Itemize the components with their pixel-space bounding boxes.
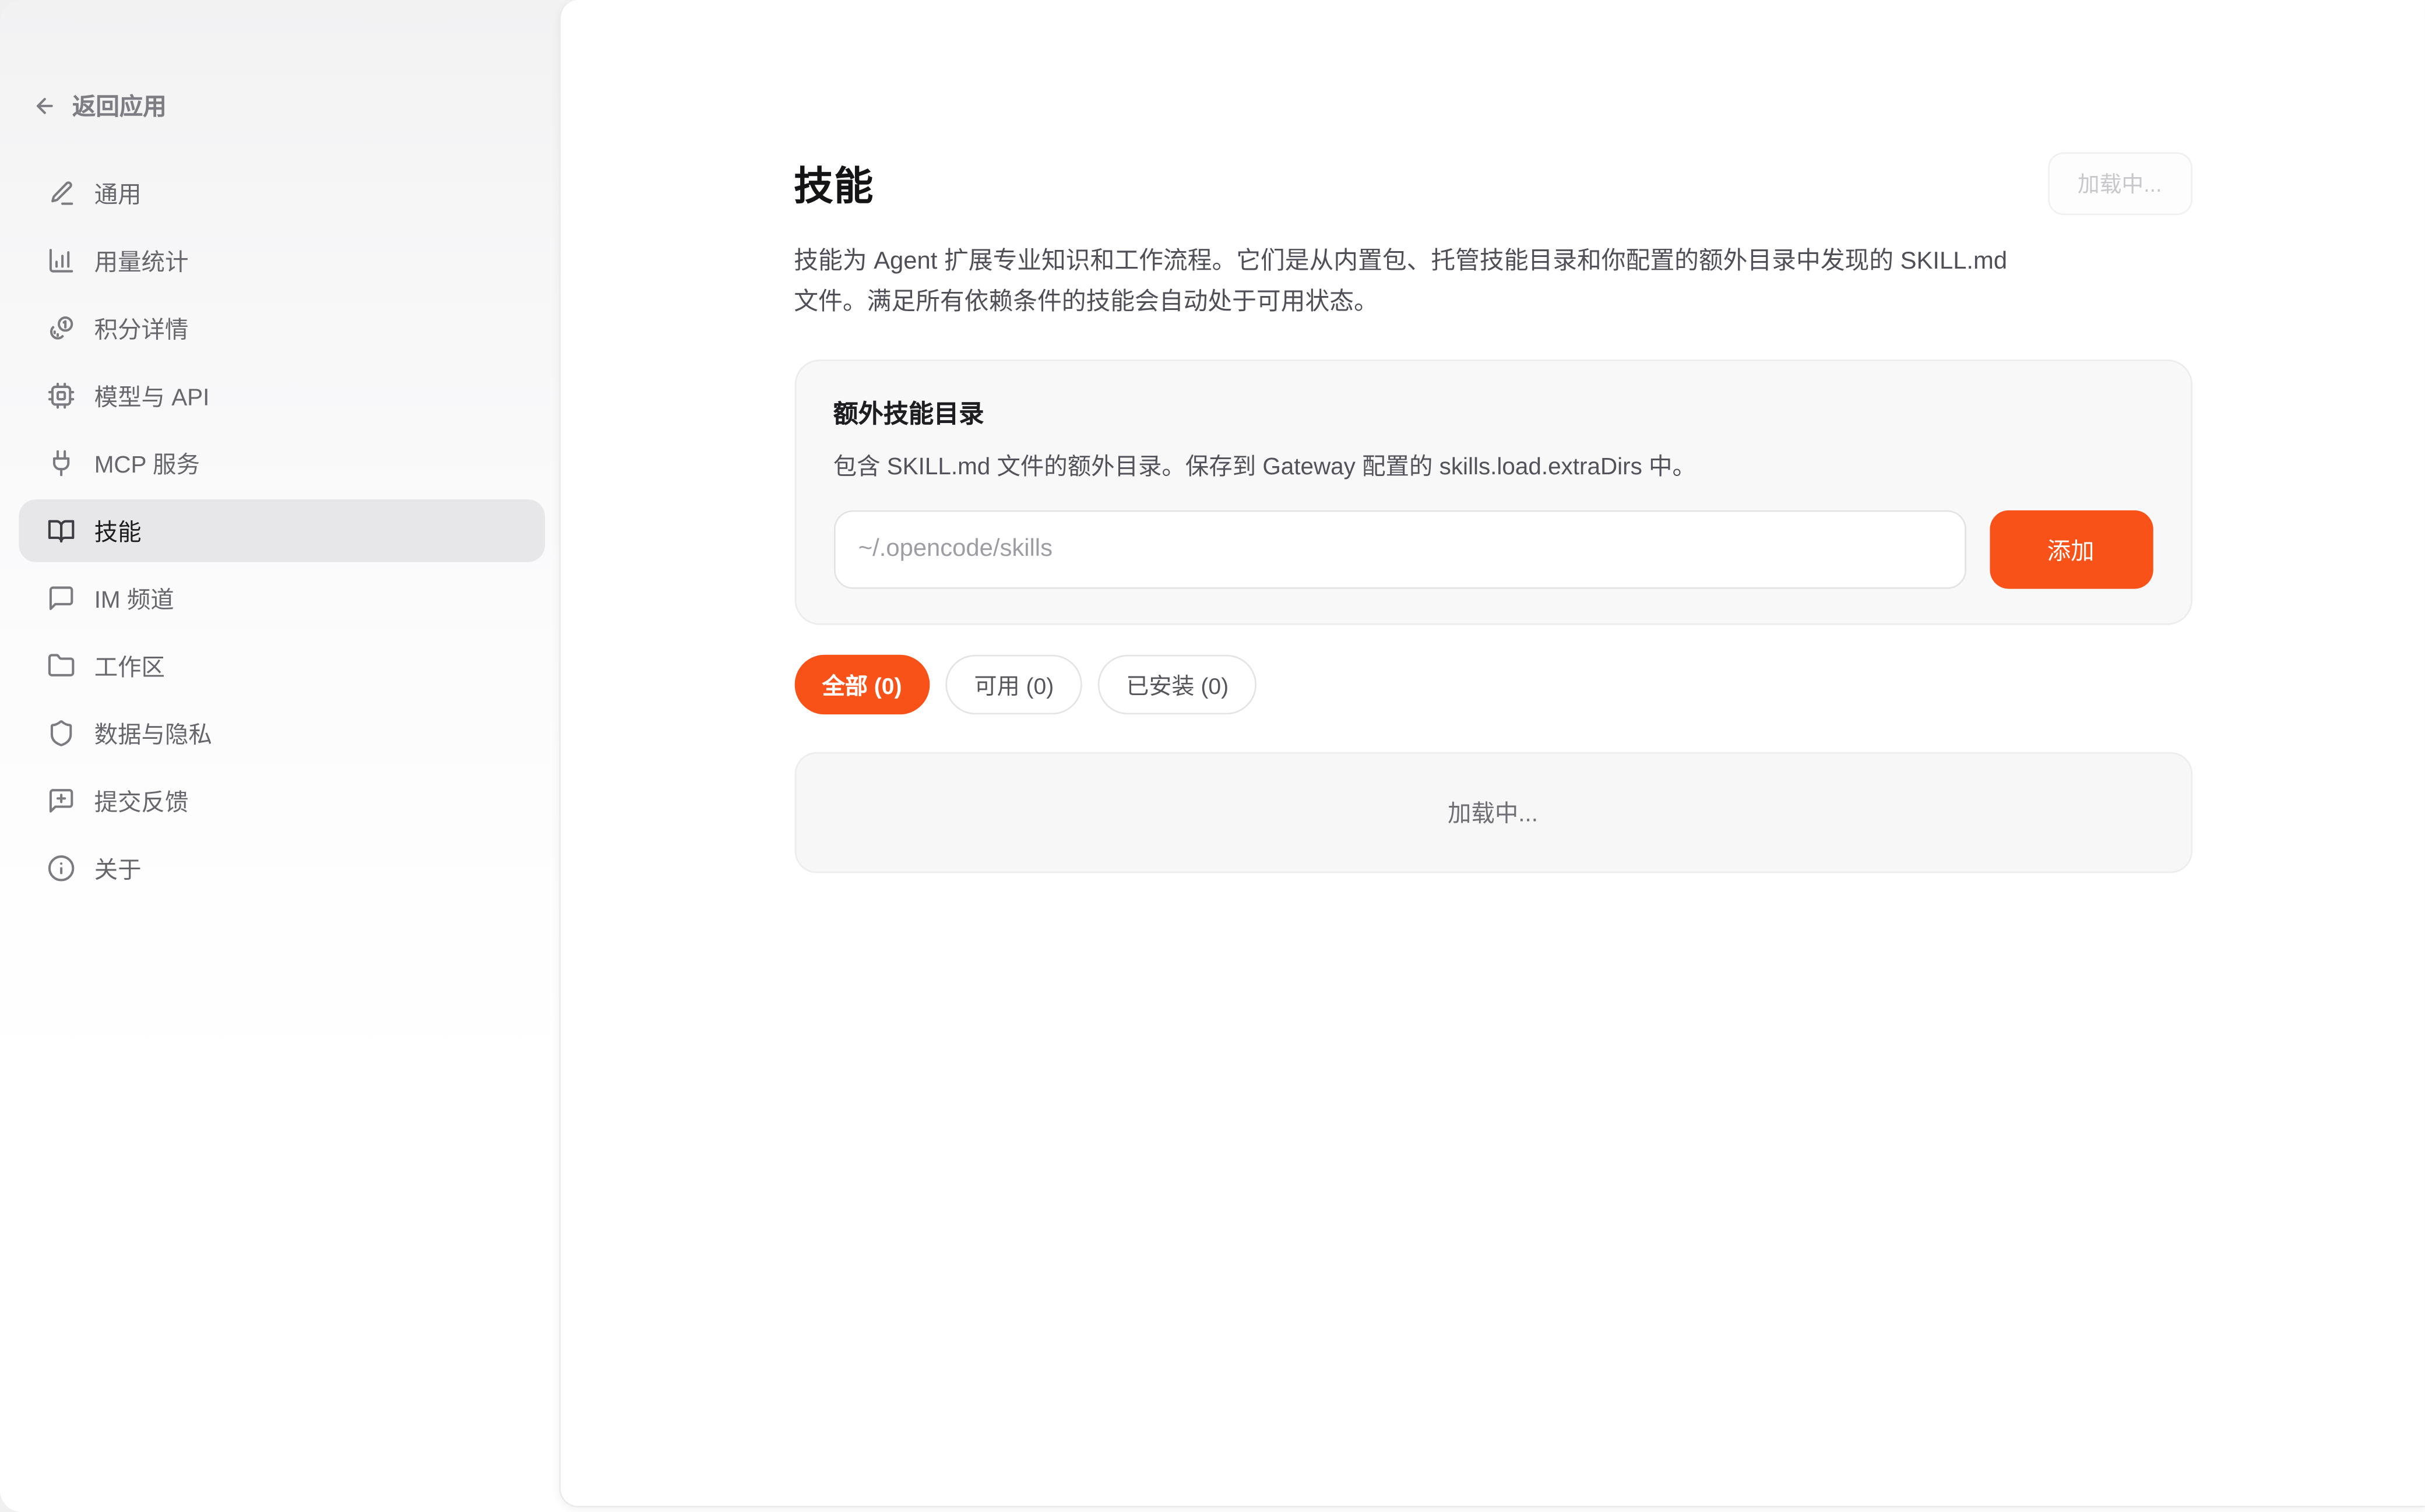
sidebar-item-label: 积分详情 xyxy=(94,312,189,345)
shield-icon xyxy=(47,719,76,748)
message-square-icon xyxy=(47,584,76,613)
card-description: 包含 SKILL.md 文件的额外目录。保存到 Gateway 配置的 skil… xyxy=(833,449,2153,482)
header-loading-badge: 加载中... xyxy=(2048,152,2192,215)
sidebar-item-label: 技能 xyxy=(94,514,142,548)
page-header: 技能 加载中... xyxy=(794,152,2191,215)
loading-text: 加载中... xyxy=(1448,796,1538,829)
sidebar-item-label: 工作区 xyxy=(94,649,165,682)
folder-icon xyxy=(47,651,76,680)
filter-installed[interactable]: 已安装 (0) xyxy=(1098,655,1257,714)
sidebar-item-label: 数据与隐私 xyxy=(94,717,212,750)
skill-dir-input[interactable] xyxy=(833,510,1966,589)
back-to-app-link[interactable]: 返回应用 xyxy=(33,90,167,123)
skills-list-loading-panel: 加载中... xyxy=(794,752,2191,873)
sidebar-item-label: 模型与 API xyxy=(94,379,210,413)
sidebar-item-label: MCP 服务 xyxy=(94,447,200,480)
app-window: 返回应用 通用 用量统计 积分详情 模型与 API MCP 服务 xyxy=(0,0,2425,1512)
sidebar-item-label: 提交反馈 xyxy=(94,784,189,817)
add-button[interactable]: 添加 xyxy=(1989,510,2152,589)
sidebar-nav: 通用 用量统计 积分详情 模型与 API MCP 服务 技能 xyxy=(19,162,545,900)
info-icon xyxy=(47,854,76,883)
book-open-icon xyxy=(47,517,76,545)
back-to-app-label: 返回应用 xyxy=(72,90,167,123)
message-square-plus-icon xyxy=(47,787,76,815)
extra-dirs-card: 额外技能目录 包含 SKILL.md 文件的额外目录。保存到 Gateway 配… xyxy=(794,360,2191,625)
sidebar-item-data-privacy[interactable]: 数据与隐私 xyxy=(19,702,545,765)
sidebar-item-skills[interactable]: 技能 xyxy=(19,499,545,562)
sidebar-item-label: 关于 xyxy=(94,852,142,885)
plug-icon xyxy=(47,449,76,478)
sidebar-item-mcp-services[interactable]: MCP 服务 xyxy=(19,432,545,495)
coins-icon xyxy=(47,314,76,343)
page-title: 技能 xyxy=(794,156,874,212)
sidebar-item-feedback[interactable]: 提交反馈 xyxy=(19,770,545,833)
filter-available[interactable]: 可用 (0) xyxy=(946,655,1082,714)
skill-filters: 全部 (0) 可用 (0) 已安装 (0) xyxy=(794,655,2191,714)
sidebar-item-label: 通用 xyxy=(94,177,142,210)
cpu-icon xyxy=(47,382,76,410)
main-panel: 技能 加载中... 技能为 Agent 扩展专业知识和工作流程。它们是从内置包、… xyxy=(559,0,2425,1507)
skills-page: 技能 加载中... 技能为 Agent 扩展专业知识和工作流程。它们是从内置包、… xyxy=(794,0,2191,873)
pen-icon xyxy=(47,179,76,207)
settings-sidebar: 返回应用 通用 用量统计 积分详情 模型与 API MCP 服务 xyxy=(0,0,559,1512)
card-title: 额外技能目录 xyxy=(833,393,2153,431)
bar-chart-icon xyxy=(47,246,76,275)
sidebar-item-credits[interactable]: 积分详情 xyxy=(19,297,545,360)
sidebar-item-models-api[interactable]: 模型与 API xyxy=(19,364,545,427)
sidebar-item-im-channels[interactable]: IM 频道 xyxy=(19,567,545,630)
sidebar-item-general[interactable]: 通用 xyxy=(19,162,545,225)
sidebar-item-label: 用量统计 xyxy=(94,244,189,277)
sidebar-item-label: IM 频道 xyxy=(94,581,174,615)
sidebar-item-workspace[interactable]: 工作区 xyxy=(19,635,545,697)
page-description: 技能为 Agent 扩展专业知识和工作流程。它们是从内置包、托管技能目录和你配置… xyxy=(794,242,2016,322)
dir-input-row: 添加 xyxy=(833,510,2153,589)
arrow-left-icon xyxy=(33,94,57,118)
sidebar-item-about[interactable]: 关于 xyxy=(19,837,545,900)
sidebar-item-usage-stats[interactable]: 用量统计 xyxy=(19,229,545,292)
filter-all[interactable]: 全部 (0) xyxy=(794,655,930,714)
